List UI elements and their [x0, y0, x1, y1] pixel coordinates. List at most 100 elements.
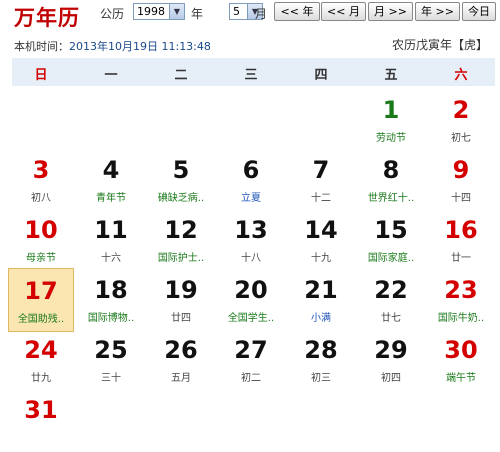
- day-lunar-note: 十八: [241, 253, 261, 264]
- day-number: 10: [24, 216, 58, 244]
- day-lunar-note: 廿一: [451, 253, 471, 264]
- day-cell[interactable]: 12 国际护士..: [148, 208, 214, 272]
- day-lunar-note: 母亲节: [26, 253, 56, 264]
- weekday-header: 日 一 二 三 四 五 六: [12, 58, 495, 86]
- weekday-tue: 二: [174, 68, 188, 83]
- day-cell[interactable]: 25 三十: [78, 328, 144, 392]
- day-lunar-note: 初三: [311, 373, 331, 384]
- day-number: 30: [444, 336, 478, 364]
- day-lunar-note: 廿七: [381, 313, 401, 324]
- day-lunar-note: 劳动节: [376, 133, 406, 144]
- day-cell[interactable]: 24 廿九: [8, 328, 74, 392]
- day-cell[interactable]: 4 青年节: [78, 148, 144, 212]
- day-cell[interactable]: 23 国际牛奶..: [428, 268, 494, 332]
- day-cell[interactable]: 1 劳动节: [358, 88, 424, 152]
- day-number: 12: [164, 216, 198, 244]
- day-cell[interactable]: 8 世界红十..: [358, 148, 424, 212]
- day-lunar-note: 初二: [241, 373, 261, 384]
- day-number: 23: [444, 276, 478, 304]
- today-button[interactable]: 今日: [462, 2, 496, 21]
- day-number: 3: [32, 156, 50, 184]
- day-lunar-note: 国际家庭..: [367, 253, 415, 264]
- day-number: 31: [24, 396, 58, 424]
- day-cell[interactable]: 26 五月: [148, 328, 214, 392]
- day-number: 18: [94, 276, 128, 304]
- day-lunar-note: 廿四: [171, 313, 191, 324]
- local-time: 本机时间：2013年10月19日 11:13:48: [14, 38, 211, 54]
- day-number: 13: [234, 216, 268, 244]
- lunar-year: 农历戊寅年【虎】: [391, 38, 488, 52]
- day-number: 8: [382, 156, 400, 184]
- day-lunar-note: 端午节: [446, 373, 476, 384]
- year-label: 年: [191, 7, 204, 21]
- day-cell[interactable]: 31: [8, 388, 74, 452]
- day-cell[interactable]: 5 碘缺乏病..: [148, 148, 214, 212]
- day-cell[interactable]: 20 全国学生..: [218, 268, 284, 332]
- day-number: 19: [164, 276, 198, 304]
- day-number: 14: [304, 216, 338, 244]
- day-number: 29: [374, 336, 408, 364]
- day-cell[interactable]: 7 十二: [288, 148, 354, 212]
- day-cell[interactable]: 30 端午节: [428, 328, 494, 392]
- day-cell[interactable]: 10 母亲节: [8, 208, 74, 272]
- weekday-wed: 三: [244, 68, 258, 83]
- day-cell[interactable]: 21 小满: [288, 268, 354, 332]
- day-number: 25: [94, 336, 128, 364]
- day-lunar-note: 五月: [171, 373, 191, 384]
- weekday-mon: 一: [104, 68, 118, 83]
- day-lunar-note: 国际博物..: [87, 313, 135, 324]
- day-number: 22: [374, 276, 408, 304]
- day-lunar-note: 十二: [311, 193, 331, 204]
- day-cell[interactable]: 15 国际家庭..: [358, 208, 424, 272]
- day-lunar-note: 国际护士..: [157, 253, 205, 264]
- next-year-button[interactable]: 年 >>: [415, 2, 460, 21]
- day-cell[interactable]: 9 十四: [428, 148, 494, 212]
- day-cell[interactable]: 3 初八: [8, 148, 74, 212]
- day-lunar-note: 碘缺乏病..: [157, 193, 205, 204]
- day-cell[interactable]: 16 廿一: [428, 208, 494, 272]
- day-lunar-note: 十六: [101, 253, 121, 264]
- day-cell[interactable]: 11 十六: [78, 208, 144, 272]
- weekday-thu: 四: [314, 68, 328, 83]
- chevron-down-icon: ▼: [169, 4, 184, 19]
- day-lunar-note: 国际牛奶..: [437, 313, 485, 324]
- day-cell-today[interactable]: 17 全国助残..: [8, 268, 74, 332]
- app-logo: 万年历: [14, 5, 80, 30]
- day-cell[interactable]: 13 十八: [218, 208, 284, 272]
- month-label: 月: [255, 7, 268, 21]
- day-cell[interactable]: 14 十九: [288, 208, 354, 272]
- day-number: 11: [94, 216, 128, 244]
- day-lunar-note: 青年节: [96, 193, 126, 204]
- day-number: 2: [452, 96, 470, 124]
- day-number: 17: [24, 277, 58, 305]
- local-time-value: 2013年10月19日 11:13:48: [69, 40, 211, 53]
- day-cell[interactable]: 2 初七: [428, 88, 494, 152]
- month-select-value: 5: [233, 5, 240, 18]
- weekday-fri: 五: [384, 68, 398, 83]
- next-month-button[interactable]: 月 >>: [368, 2, 413, 21]
- day-number: 26: [164, 336, 198, 364]
- prev-year-button[interactable]: << 年: [274, 2, 320, 21]
- day-cell[interactable]: 27 初二: [218, 328, 284, 392]
- day-cell[interactable]: 29 初四: [358, 328, 424, 392]
- weekday-sun: 日: [34, 68, 48, 83]
- day-cell[interactable]: 6 立夏: [218, 148, 284, 212]
- day-lunar-note: 初八: [31, 193, 51, 204]
- day-lunar-note: 十九: [311, 253, 331, 264]
- day-cell[interactable]: 18 国际博物..: [78, 268, 144, 332]
- day-number: 15: [374, 216, 408, 244]
- day-number: 27: [234, 336, 268, 364]
- prev-month-button[interactable]: << 月: [321, 2, 366, 21]
- day-lunar-note: 初七: [451, 133, 471, 144]
- day-lunar-note: 立夏: [241, 193, 261, 204]
- year-select[interactable]: 1998 ▼: [133, 3, 185, 20]
- day-cell[interactable]: 22 廿七: [358, 268, 424, 332]
- day-number: 21: [304, 276, 338, 304]
- day-cell[interactable]: 28 初三: [288, 328, 354, 392]
- weekday-sat: 六: [454, 68, 468, 83]
- day-cell[interactable]: 19 廿四: [148, 268, 214, 332]
- day-lunar-note: 全国助残..: [17, 314, 65, 325]
- calendar-type-label: 公历: [100, 7, 125, 21]
- day-number: 1: [382, 96, 400, 124]
- local-time-label: 本机时间：: [14, 40, 69, 53]
